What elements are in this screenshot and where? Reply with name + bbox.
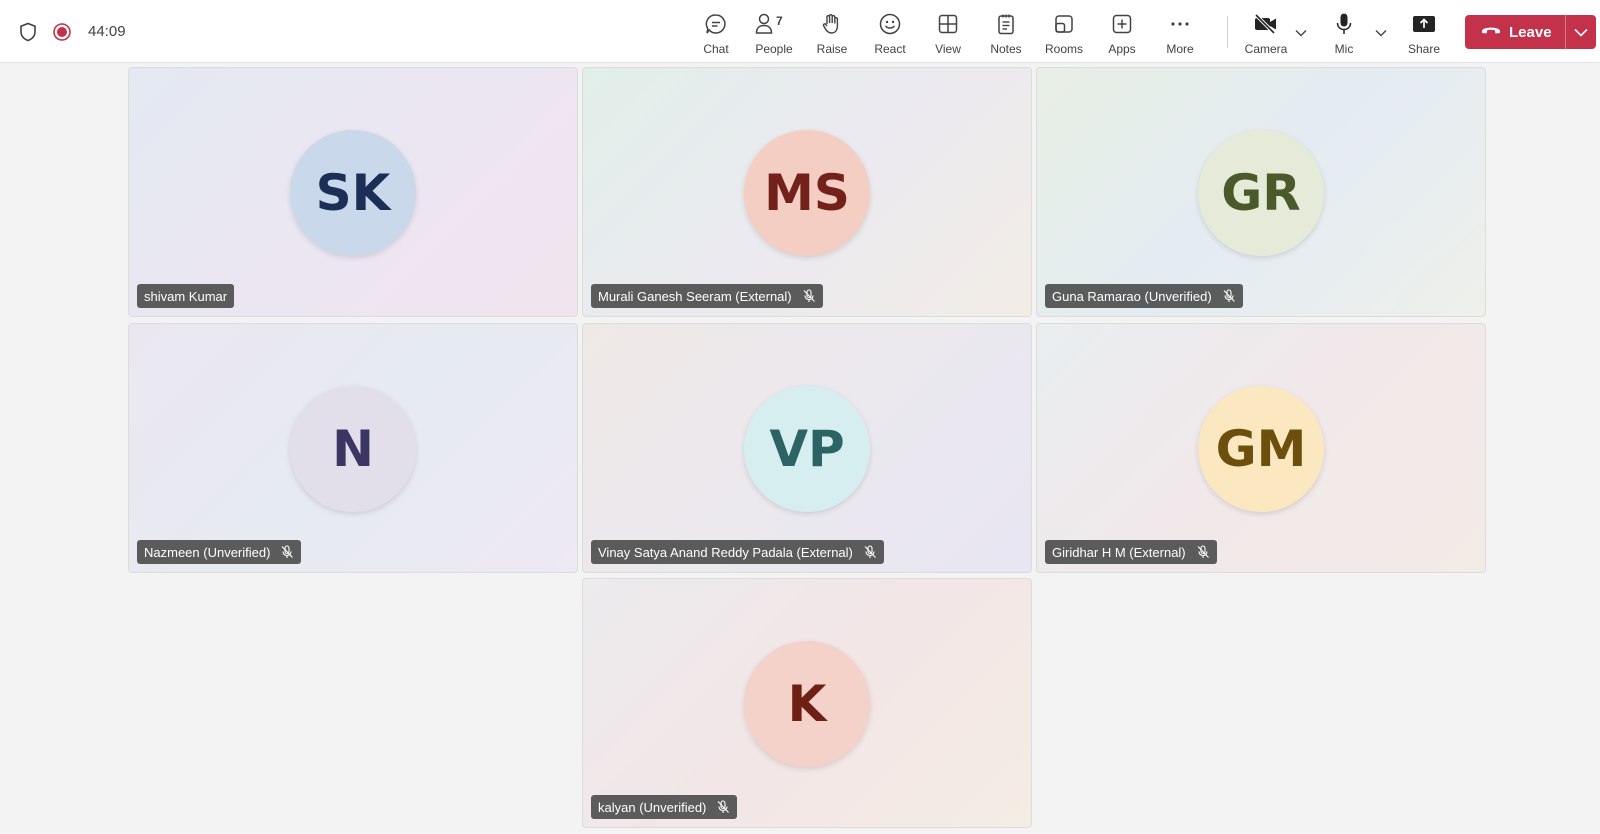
chat-label: Chat bbox=[703, 42, 729, 56]
leave-label: Leave bbox=[1509, 23, 1552, 41]
leave-button[interactable]: Leave bbox=[1465, 15, 1596, 49]
camera-options-chevron-icon[interactable] bbox=[1294, 26, 1308, 40]
avatar: GR bbox=[1198, 130, 1324, 256]
participant-name: Giridhar H M (External) bbox=[1052, 544, 1186, 560]
participant-nametag: Giridhar H M (External) bbox=[1045, 540, 1217, 564]
apps-label: Apps bbox=[1108, 42, 1136, 56]
notes-label: Notes bbox=[990, 42, 1022, 56]
avatar: K bbox=[744, 641, 870, 767]
leave-main[interactable]: Leave bbox=[1465, 15, 1565, 49]
hang-up-icon bbox=[1481, 23, 1501, 42]
raise-hand-icon bbox=[820, 8, 844, 36]
rooms-label: Rooms bbox=[1044, 42, 1083, 56]
participant-nametag: Murali Ganesh Seeram (External) bbox=[591, 284, 823, 308]
chat-icon bbox=[704, 8, 728, 36]
participant-name: Guna Ramarao (Unverified) bbox=[1052, 288, 1212, 304]
participant-name: kalyan (Unverified) bbox=[598, 799, 707, 815]
mic-off-icon bbox=[802, 289, 816, 303]
more-button[interactable]: More bbox=[1154, 8, 1206, 56]
camera-button[interactable]: Camera bbox=[1238, 8, 1294, 56]
participant-name: Murali Ganesh Seeram (External) bbox=[598, 288, 792, 304]
smiley-icon bbox=[878, 8, 902, 36]
meeting-timer: 44:09 bbox=[88, 23, 126, 40]
participant-name: Nazmeen (Unverified) bbox=[144, 544, 271, 560]
mic-off-icon bbox=[1222, 289, 1236, 303]
chat-button[interactable]: Chat bbox=[690, 8, 742, 56]
participant-nametag: Nazmeen (Unverified) bbox=[137, 540, 302, 564]
rooms-icon bbox=[1052, 8, 1076, 36]
avatar: N bbox=[290, 386, 416, 512]
participant-tile[interactable]: MS Murali Ganesh Seeram (External) bbox=[582, 67, 1032, 317]
view-button[interactable]: View bbox=[922, 8, 974, 56]
view-label: View bbox=[935, 42, 961, 56]
mic-button[interactable]: Mic bbox=[1318, 8, 1370, 56]
meeting-status: 44:09 bbox=[18, 0, 126, 63]
participant-tile[interactable]: GR Guna Ramarao (Unverified) bbox=[1036, 67, 1486, 317]
rooms-button[interactable]: Rooms bbox=[1038, 8, 1090, 56]
toolbar-divider bbox=[1227, 16, 1228, 48]
mic-off-icon bbox=[716, 800, 730, 814]
participant-tile[interactable]: K kalyan (Unverified) bbox=[582, 578, 1032, 828]
raise-label: Raise bbox=[816, 42, 848, 56]
avatar: GM bbox=[1198, 386, 1324, 512]
avatar: VP bbox=[744, 386, 870, 512]
participant-tile[interactable]: VP Vinay Satya Anand Reddy Padala (Exter… bbox=[582, 323, 1032, 573]
participant-nametag: kalyan (Unverified) bbox=[591, 795, 738, 819]
participant-name: Vinay Satya Anand Reddy Padala (External… bbox=[598, 544, 853, 560]
participant-name: shivam Kumar bbox=[144, 288, 228, 304]
add-apps-icon bbox=[1110, 8, 1134, 36]
more-icon bbox=[1168, 8, 1192, 36]
people-button[interactable]: 7 People bbox=[748, 8, 800, 56]
people-label: People bbox=[755, 42, 793, 56]
apps-button[interactable]: Apps bbox=[1096, 8, 1148, 56]
participant-nametag: Vinay Satya Anand Reddy Padala (External… bbox=[591, 540, 884, 564]
more-label: More bbox=[1166, 42, 1194, 56]
people-icon: 7 bbox=[754, 8, 794, 36]
notes-button[interactable]: Notes bbox=[980, 8, 1032, 56]
react-label: React bbox=[874, 42, 906, 56]
raise-hand-button[interactable]: Raise bbox=[806, 8, 858, 56]
mic-off-icon bbox=[280, 545, 294, 559]
leave-options-chevron-icon[interactable] bbox=[1566, 15, 1596, 49]
camera-label: Camera bbox=[1244, 42, 1288, 56]
participant-nametag: shivam Kumar bbox=[137, 284, 235, 308]
recording-icon bbox=[52, 22, 72, 42]
avatar: SK bbox=[290, 130, 416, 256]
share-label: Share bbox=[1407, 42, 1441, 56]
mic-off-icon bbox=[1196, 545, 1210, 559]
people-count: 7 bbox=[776, 14, 783, 28]
grid-view-icon bbox=[936, 8, 960, 36]
camera-off-icon bbox=[1253, 8, 1279, 36]
share-screen-icon bbox=[1411, 8, 1437, 36]
notes-icon bbox=[994, 8, 1018, 36]
participant-tile[interactable]: N Nazmeen (Unverified) bbox=[128, 323, 578, 573]
participant-tile[interactable]: SK shivam Kumar bbox=[128, 67, 578, 317]
react-button[interactable]: React bbox=[864, 8, 916, 56]
avatar: MS bbox=[744, 130, 870, 256]
participant-nametag: Guna Ramarao (Unverified) bbox=[1045, 284, 1243, 308]
meeting-toolbar: 44:09 Chat 7 People Raise React View Not… bbox=[0, 0, 1600, 63]
mic-off-icon bbox=[863, 545, 877, 559]
share-button[interactable]: Share bbox=[1398, 8, 1450, 56]
microphone-icon bbox=[1332, 8, 1356, 36]
participant-tile[interactable]: GM Giridhar H M (External) bbox=[1036, 323, 1486, 573]
mic-label: Mic bbox=[1334, 42, 1354, 56]
mic-options-chevron-icon[interactable] bbox=[1374, 26, 1388, 40]
shield-icon[interactable] bbox=[18, 22, 38, 42]
